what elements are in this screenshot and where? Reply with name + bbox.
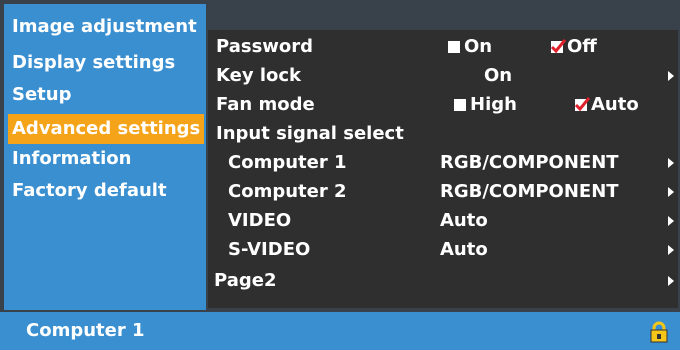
- page2-row[interactable]: Page2: [208, 266, 678, 295]
- page2-label: Page2: [214, 270, 277, 291]
- menu-item-setup[interactable]: Setup: [8, 80, 204, 110]
- padlock-icon: [650, 321, 668, 347]
- video-value: Auto: [440, 210, 488, 231]
- input-signal-select-row: Input signal select: [208, 119, 678, 148]
- fan-auto-option[interactable]: Auto: [574, 90, 639, 119]
- key-lock-label: Key lock: [216, 65, 302, 86]
- password-on-option[interactable]: On: [448, 32, 492, 61]
- password-label: Password: [216, 36, 314, 57]
- menu-item-information[interactable]: Information: [8, 144, 204, 174]
- key-lock-value: On: [484, 65, 513, 86]
- current-input-label: Computer 1: [26, 320, 145, 341]
- fan-mode-row: Fan mode High Auto: [208, 90, 678, 119]
- password-off-option[interactable]: Off: [550, 32, 597, 61]
- s-video-value: Auto: [440, 239, 488, 260]
- menu-item-advanced-settings[interactable]: Advanced settings: [8, 114, 204, 144]
- osd-window: Image adjustment Display settings Setup …: [0, 0, 680, 350]
- video-row[interactable]: VIDEO Auto: [208, 206, 678, 235]
- computer2-label: Computer 2: [228, 181, 347, 202]
- chevron-right-icon: [668, 216, 674, 226]
- menu-item-display-settings[interactable]: Display settings: [8, 48, 204, 78]
- computer2-row[interactable]: Computer 2 RGB/COMPONENT: [208, 177, 678, 206]
- menu-sidebar: Image adjustment Display settings Setup …: [4, 4, 206, 310]
- s-video-label: S-VIDEO: [228, 239, 311, 260]
- s-video-row[interactable]: S-VIDEO Auto: [208, 235, 678, 264]
- unchecked-box-icon: [448, 41, 460, 53]
- menu-item-image-adjustment[interactable]: Image adjustment: [8, 12, 204, 42]
- computer2-value: RGB/COMPONENT: [440, 181, 619, 202]
- computer1-label: Computer 1: [228, 152, 347, 173]
- password-row: Password On Off: [208, 32, 678, 61]
- settings-panel: Password On Off Key lock On Fan mode Hig…: [208, 30, 678, 308]
- chevron-right-icon: [668, 71, 674, 81]
- menu-item-factory-default[interactable]: Factory default: [8, 176, 204, 206]
- chevron-right-icon: [668, 245, 674, 255]
- fan-mode-label: Fan mode: [216, 94, 315, 115]
- key-lock-row[interactable]: Key lock On: [208, 61, 678, 90]
- status-bar: Computer 1: [0, 312, 680, 350]
- checked-box-icon: [574, 97, 590, 112]
- chevron-right-icon: [668, 187, 674, 197]
- computer1-row[interactable]: Computer 1 RGB/COMPONENT: [208, 148, 678, 177]
- chevron-right-icon: [668, 276, 674, 286]
- video-label: VIDEO: [228, 210, 292, 231]
- fan-high-option[interactable]: High: [454, 90, 517, 119]
- chevron-right-icon: [668, 158, 674, 168]
- checked-box-icon: [550, 39, 566, 54]
- computer1-value: RGB/COMPONENT: [440, 152, 619, 173]
- unchecked-box-icon: [454, 99, 466, 111]
- input-signal-select-label: Input signal select: [216, 123, 404, 144]
